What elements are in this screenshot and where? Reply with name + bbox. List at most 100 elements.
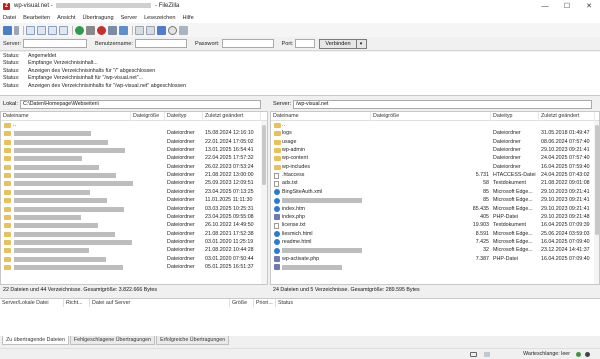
table-row[interactable]: 85 Microsoft Edge... 29.10.2023 09:21:41 — [271, 196, 599, 204]
local-col-modified[interactable]: Zuletzt geändert — [203, 112, 261, 121]
table-row[interactable]: Dateiordner 03.03.2025 10:25:31 — [1, 205, 267, 213]
site-manager-icon[interactable] — [3, 25, 12, 35]
maximize-button[interactable]: ☐ — [556, 0, 578, 13]
local-col-type[interactable]: Dateityp — [165, 112, 203, 121]
message-log[interactable]: Status: Angemeldet Status: Empfange Verzei… — [0, 52, 600, 96]
close-button[interactable]: ✕ — [578, 0, 600, 13]
table-row[interactable]: liesmich.html 8.591 Microsoft Edge... 25.06… — [271, 230, 599, 238]
table-row[interactable]: Dateiordner 22.04.2025 17:57:32 — [1, 154, 267, 162]
table-row[interactable]: logs Dateiordner 31.05.2018 01:49:47 — [271, 129, 599, 137]
local-col-size[interactable]: Dateigröße — [131, 112, 165, 121]
remote-scrollbar[interactable] — [594, 121, 599, 284]
filter-icon[interactable] — [135, 25, 144, 35]
table-row[interactable] — [271, 263, 599, 271]
transfer-queue[interactable]: Server/Lokale Datei Richt... Datei auf S… — [0, 298, 600, 336]
local-file-list[interactable]: Dateiname Dateigröße Dateityp Zuletzt ge… — [0, 111, 268, 285]
table-row[interactable]: Dateiordner 05.01.2025 16:51:37 — [1, 263, 267, 271]
file-size: 58 — [483, 180, 489, 187]
table-row[interactable]: Dateiordner 22.01.2024 17:05:02 — [1, 138, 267, 146]
table-row[interactable]: Dateiordner 03.01.2020 11:25:19 — [1, 238, 267, 246]
server-input[interactable] — [23, 39, 88, 48]
menu-uebertragung[interactable]: Übertragung — [82, 15, 113, 21]
remote-scrollbar-thumb[interactable] — [595, 125, 599, 235]
remote-col-filename[interactable]: Dateiname — [271, 112, 371, 121]
table-row[interactable]: index.htm 85.435 Microsoft Edge... 29.10.20… — [271, 205, 599, 213]
refresh-icon[interactable] — [75, 25, 84, 35]
table-row[interactable]: Dateiordner 25.09.2023 12:09:51 — [1, 179, 267, 187]
table-row[interactable]: Dateiordner 23.04.2025 09:55:08 — [1, 213, 267, 221]
table-row[interactable]: .. — [1, 121, 267, 129]
queue-col-remote-file[interactable]: Datei auf Server — [90, 299, 230, 307]
tab-failed-transfers[interactable]: Fehlgeschlagene Übertragungen — [69, 336, 156, 345]
queue-col-local-file[interactable]: Server/Lokale Datei — [0, 299, 64, 307]
remote-col-modified[interactable]: Zuletzt geändert — [539, 112, 595, 121]
remote-col-size[interactable]: Dateigröße — [371, 112, 491, 121]
cancel-operation-icon[interactable] — [97, 25, 106, 35]
toggle-remote-tree-icon[interactable] — [48, 25, 57, 35]
site-manager-dropdown-icon[interactable] — [14, 25, 19, 35]
local-scrollbar-thumb[interactable] — [262, 125, 266, 185]
table-row[interactable]: Dateiordner 11.01.2025 11:11:30 — [1, 196, 267, 204]
search-icon[interactable] — [168, 25, 177, 35]
password-input[interactable] — [221, 39, 274, 48]
reconnect-icon[interactable] — [119, 25, 128, 35]
table-row[interactable]: Dateiordner 26.02.2023 07:53:24 — [1, 163, 267, 171]
queue-col-direction[interactable]: Richt... — [64, 299, 90, 307]
table-row[interactable]: wp-admin Dateiordner 29.10.2023 09:21:41 — [271, 146, 599, 154]
table-row[interactable]: ads.txt 58 Textdokument 21.08.2022 09:01:08 — [271, 179, 599, 187]
file-name: wp-includes — [282, 163, 310, 170]
menu-lesezeichen[interactable]: Lesezeichen — [144, 15, 175, 21]
minimize-button[interactable]: — — [534, 0, 556, 13]
table-row[interactable]: .htaccess 5.731 HTACCESS-Datei 24.04.2025 0… — [271, 171, 599, 179]
table-row[interactable]: Dateiordner 23.04.2025 07:13:25 — [1, 188, 267, 196]
synchronized-browsing-icon[interactable] — [157, 25, 166, 35]
table-row[interactable]: readme.html 7.425 Microsoft Edge... 16.04.2… — [271, 238, 599, 246]
toggle-local-tree-icon[interactable] — [37, 25, 46, 35]
table-row[interactable]: wp-includes Dateiordner 16.04.2025 07:59:4… — [271, 163, 599, 171]
toolbar-separator — [72, 25, 73, 35]
menu-ansicht[interactable]: Ansicht — [57, 15, 75, 21]
queue-col-size[interactable]: Größe — [230, 299, 254, 307]
queue-col-status[interactable]: Status — [276, 299, 336, 307]
table-row[interactable]: Dateiordner 15.08.2024 12:16:10 — [1, 129, 267, 137]
menu-bearbeiten[interactable]: Bearbeiten — [23, 15, 50, 21]
menu-hilfe[interactable]: Hilfe — [182, 15, 193, 21]
table-row[interactable]: usage Dateiordner 08.06.2024 07:57:40 — [271, 138, 599, 146]
remote-path-input[interactable]: /wp-visual.net — [293, 99, 593, 109]
table-row[interactable]: 32 Microsoft Edge... 23.12.2024 14:41:37 — [271, 246, 599, 254]
toggle-log-icon[interactable] — [26, 25, 35, 35]
port-input[interactable] — [295, 39, 316, 48]
table-row[interactable]: .. — [271, 121, 599, 129]
table-row[interactable]: index.php 405 PHP-Datei 29.10.2023 09:21:48 — [271, 213, 599, 221]
process-queue-icon[interactable] — [86, 25, 95, 35]
connect-button[interactable]: Verbinden — [319, 38, 357, 49]
remote-col-type[interactable]: Dateityp — [491, 112, 539, 121]
table-row[interactable]: license.txt 19.903 Textdokument 16.04.2025 … — [271, 221, 599, 229]
file-type: Dateiordner — [167, 155, 195, 162]
tab-queued-files[interactable]: Zu übertragende Dateien — [2, 336, 69, 345]
table-row[interactable]: Dateiordner 13.01.2025 16:54:41 — [1, 146, 267, 154]
menu-server[interactable]: Server — [121, 15, 137, 21]
local-path-input[interactable]: C:\Daten\Homepage\Webseiten\ — [19, 99, 261, 109]
table-row[interactable]: Dateiordner 21.08.2022 13:00:00 — [1, 171, 267, 179]
file-name — [282, 196, 370, 204]
queue-col-priority[interactable]: Priori... — [254, 299, 276, 307]
connect-dropdown-icon[interactable]: ▾ — [356, 38, 367, 49]
table-row[interactable]: Dateiordner 26.10.2022 14:49:50 — [1, 221, 267, 229]
table-row[interactable]: Dateiordner 21.08.2021 17:52:38 — [1, 230, 267, 238]
local-scrollbar[interactable] — [261, 121, 267, 284]
table-row[interactable]: wp-activate.php 7.387 PHP-Datei 16.04.2025 … — [271, 255, 599, 263]
disconnect-icon[interactable] — [108, 25, 117, 35]
local-col-filename[interactable]: Dateiname — [1, 112, 131, 121]
table-row[interactable]: wp-content Dateiordner 24.04.2025 07:57:40 — [271, 154, 599, 162]
tab-successful-transfers[interactable]: Erfolgreiche Übertragungen — [156, 336, 230, 345]
remote-file-list[interactable]: Dateiname Dateigröße Dateityp Zuletzt ge… — [270, 111, 600, 285]
toggle-queue-icon[interactable] — [59, 25, 68, 35]
table-row[interactable]: BingSiteAuth.xml 85 Microsoft Edge... 29.10… — [271, 188, 599, 196]
compare-directories-icon[interactable] — [146, 25, 155, 35]
table-row[interactable]: Dateiordner 03.01.2020 07:50:44 — [1, 255, 267, 263]
table-row[interactable]: Dateiordner 21.08.2022 10:44:28 — [1, 246, 267, 254]
binoculars-icon[interactable] — [179, 25, 188, 35]
username-input[interactable] — [134, 39, 187, 48]
menu-datei[interactable]: Datei — [3, 15, 16, 21]
